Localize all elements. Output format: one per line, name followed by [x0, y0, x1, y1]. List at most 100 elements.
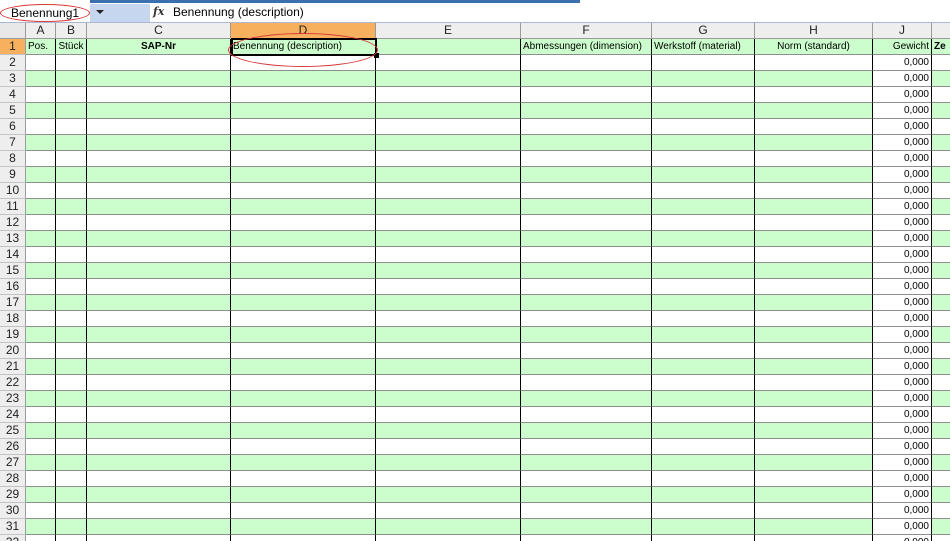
cell-c[interactable] — [87, 199, 231, 215]
row-header[interactable]: 24 — [0, 407, 26, 423]
cell-h[interactable] — [755, 151, 873, 167]
header-cell-d[interactable]: Benennung (description) — [231, 39, 376, 55]
cell-a[interactable] — [26, 167, 56, 183]
cell-d[interactable] — [231, 295, 376, 311]
cell-b[interactable] — [56, 55, 87, 71]
cell-k[interactable] — [932, 423, 950, 439]
cell-d[interactable] — [231, 247, 376, 263]
weight-cell[interactable]: 0,000 — [873, 55, 932, 71]
weight-cell[interactable]: 0,000 — [873, 343, 932, 359]
cell-h[interactable] — [755, 167, 873, 183]
cell-c[interactable] — [87, 167, 231, 183]
cell-c[interactable] — [87, 343, 231, 359]
cell-g[interactable] — [652, 199, 755, 215]
cell-c[interactable] — [87, 503, 231, 519]
cell-d[interactable] — [231, 311, 376, 327]
row-header[interactable]: 9 — [0, 167, 26, 183]
column-header-h[interactable]: H — [755, 23, 873, 39]
cell-h[interactable] — [755, 295, 873, 311]
column-header-f[interactable]: F — [521, 23, 652, 39]
weight-cell[interactable]: 0,000 — [873, 263, 932, 279]
row-header[interactable]: 27 — [0, 455, 26, 471]
cell-c[interactable] — [87, 439, 231, 455]
cell-d[interactable] — [231, 87, 376, 103]
cell-b[interactable] — [56, 519, 87, 535]
cell-a[interactable] — [26, 263, 56, 279]
weight-cell[interactable]: 0,000 — [873, 407, 932, 423]
cell-c[interactable] — [87, 263, 231, 279]
cell-a[interactable] — [26, 311, 56, 327]
cell-d[interactable] — [231, 183, 376, 199]
cell-c[interactable] — [87, 247, 231, 263]
cell-b[interactable] — [56, 183, 87, 199]
cell-f[interactable] — [521, 471, 652, 487]
column-header-a[interactable]: A — [26, 23, 56, 39]
cell-a[interactable] — [26, 151, 56, 167]
cell-c[interactable] — [87, 151, 231, 167]
cell-g[interactable] — [652, 263, 755, 279]
cell-d[interactable] — [231, 503, 376, 519]
row-header[interactable]: 22 — [0, 375, 26, 391]
cell-a[interactable] — [26, 327, 56, 343]
cell-f[interactable] — [521, 167, 652, 183]
cell-f[interactable] — [521, 103, 652, 119]
cell-k[interactable] — [932, 343, 950, 359]
weight-cell[interactable]: 0,000 — [873, 519, 932, 535]
header-cell-f[interactable]: Abmessungen (dimension) — [521, 39, 652, 55]
cell-h[interactable] — [755, 407, 873, 423]
row-header[interactable]: 15 — [0, 263, 26, 279]
row-header[interactable]: 4 — [0, 87, 26, 103]
row-header[interactable]: 29 — [0, 487, 26, 503]
weight-cell[interactable]: 0,000 — [873, 135, 932, 151]
cell-k[interactable] — [932, 359, 950, 375]
cell-k[interactable] — [932, 391, 950, 407]
formula-input[interactable]: Benennung (description) — [170, 4, 950, 22]
cell-c[interactable] — [87, 87, 231, 103]
column-header-g[interactable]: G — [652, 23, 755, 39]
cell-b[interactable] — [56, 487, 87, 503]
weight-cell[interactable]: 0,000 — [873, 375, 932, 391]
cell-k[interactable] — [932, 151, 950, 167]
cell-a[interactable] — [26, 391, 56, 407]
column-header-d[interactable]: D — [231, 23, 376, 39]
cell-k[interactable] — [932, 215, 950, 231]
cell-a[interactable] — [26, 231, 56, 247]
column-header-c[interactable]: C — [87, 23, 231, 39]
row-header[interactable]: 32 — [0, 535, 26, 541]
row-header[interactable]: 30 — [0, 503, 26, 519]
cell-g[interactable] — [652, 503, 755, 519]
header-cell-c[interactable]: SAP-Nr — [87, 39, 231, 55]
cell-h[interactable] — [755, 183, 873, 199]
cell-c[interactable] — [87, 407, 231, 423]
header-cell-g[interactable]: Werkstoff (material) — [652, 39, 755, 55]
cell-g[interactable] — [652, 295, 755, 311]
cell-h[interactable] — [755, 55, 873, 71]
cell-k[interactable] — [932, 455, 950, 471]
cell-f[interactable] — [521, 247, 652, 263]
row-header[interactable]: 28 — [0, 471, 26, 487]
header-cell-a[interactable]: Pos. — [26, 39, 56, 55]
weight-cell[interactable]: 0,000 — [873, 391, 932, 407]
cell-b[interactable] — [56, 311, 87, 327]
cell-f[interactable] — [521, 359, 652, 375]
weight-cell[interactable]: 0,000 — [873, 199, 932, 215]
cell-f[interactable] — [521, 199, 652, 215]
weight-cell[interactable]: 0,000 — [873, 151, 932, 167]
row-header[interactable]: 12 — [0, 215, 26, 231]
row-header[interactable]: 16 — [0, 279, 26, 295]
cell-e[interactable] — [376, 263, 521, 279]
cell-b[interactable] — [56, 407, 87, 423]
header-cell-j[interactable]: Gewicht — [873, 39, 932, 55]
cell-b[interactable] — [56, 87, 87, 103]
cell-c[interactable] — [87, 327, 231, 343]
cell-c[interactable] — [87, 71, 231, 87]
cell-g[interactable] — [652, 359, 755, 375]
cell-b[interactable] — [56, 231, 87, 247]
cell-h[interactable] — [755, 103, 873, 119]
cell-e[interactable] — [376, 439, 521, 455]
row-header[interactable]: 2 — [0, 55, 26, 71]
cell-k[interactable] — [932, 167, 950, 183]
cell-h[interactable] — [755, 327, 873, 343]
cell-d[interactable] — [231, 327, 376, 343]
cell-b[interactable] — [56, 263, 87, 279]
